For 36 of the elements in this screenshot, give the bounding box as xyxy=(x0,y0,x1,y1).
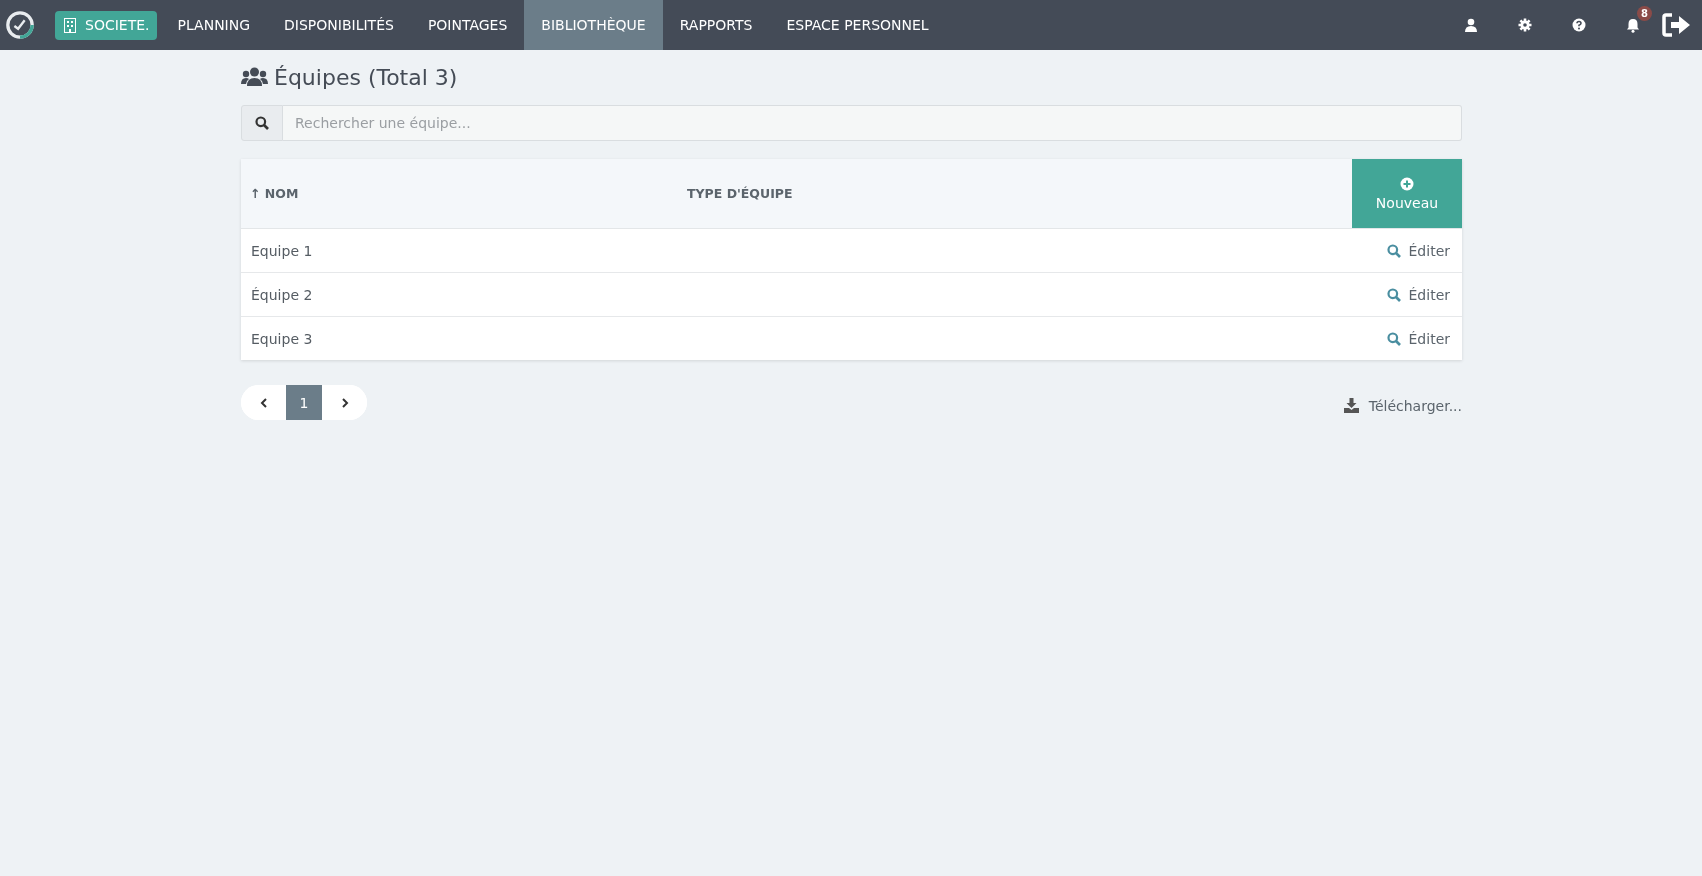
search-icon xyxy=(1386,243,1401,258)
nav-tab[interactable]: POINTAGES xyxy=(410,0,525,50)
logout-icon[interactable] xyxy=(1662,13,1692,37)
clock-logo-icon[interactable] xyxy=(5,10,35,40)
search-icon xyxy=(255,116,269,130)
notification-bell-icon[interactable] xyxy=(1626,17,1640,33)
plus-circle-icon xyxy=(1400,176,1414,191)
help-icon[interactable] xyxy=(1572,18,1586,32)
team-name-cell: Équipe 2 xyxy=(251,286,313,303)
search-icon xyxy=(1386,331,1401,346)
column-header[interactable]: TYPE D'ÉQUIPE xyxy=(687,186,1352,201)
nav-tab[interactable]: BIBLIOTHÈQUE xyxy=(524,0,663,50)
nav-tab[interactable]: PLANNING xyxy=(160,0,268,50)
edit-link[interactable]: Éditer xyxy=(1386,242,1450,259)
nav-tab[interactable]: RAPPORTS xyxy=(662,0,770,50)
nav-tab[interactable]: ESPACE PERSONNEL xyxy=(769,0,946,50)
download-icon xyxy=(1343,398,1359,413)
page-button[interactable]: 1 xyxy=(286,385,322,420)
building-icon xyxy=(64,17,76,33)
page-title: Équipes (Total 3) xyxy=(274,64,458,90)
notification-count-badge: 8 xyxy=(1637,5,1652,21)
team-name-cell: Equipe 1 xyxy=(251,242,313,259)
search-field[interactable]: Rechercher une équipe... xyxy=(283,105,1462,141)
chevron-right-icon xyxy=(340,397,349,408)
team-name-cell: Equipe 3 xyxy=(251,330,313,347)
users-icon xyxy=(241,67,268,87)
settings-icon[interactable] xyxy=(1518,18,1532,32)
download-link[interactable]: Télécharger... xyxy=(1343,397,1462,414)
user-icon[interactable] xyxy=(1464,18,1478,32)
edit-link[interactable]: Éditer xyxy=(1386,330,1450,347)
search-addon[interactable] xyxy=(241,105,283,141)
nav-tab[interactable]: DISPONIBILITÉS xyxy=(267,0,411,50)
edit-link[interactable]: Éditer xyxy=(1386,286,1450,303)
search-icon xyxy=(1386,287,1401,302)
chevron-left-icon xyxy=(259,397,268,408)
column-header[interactable]: ↑ NOM xyxy=(241,186,687,201)
